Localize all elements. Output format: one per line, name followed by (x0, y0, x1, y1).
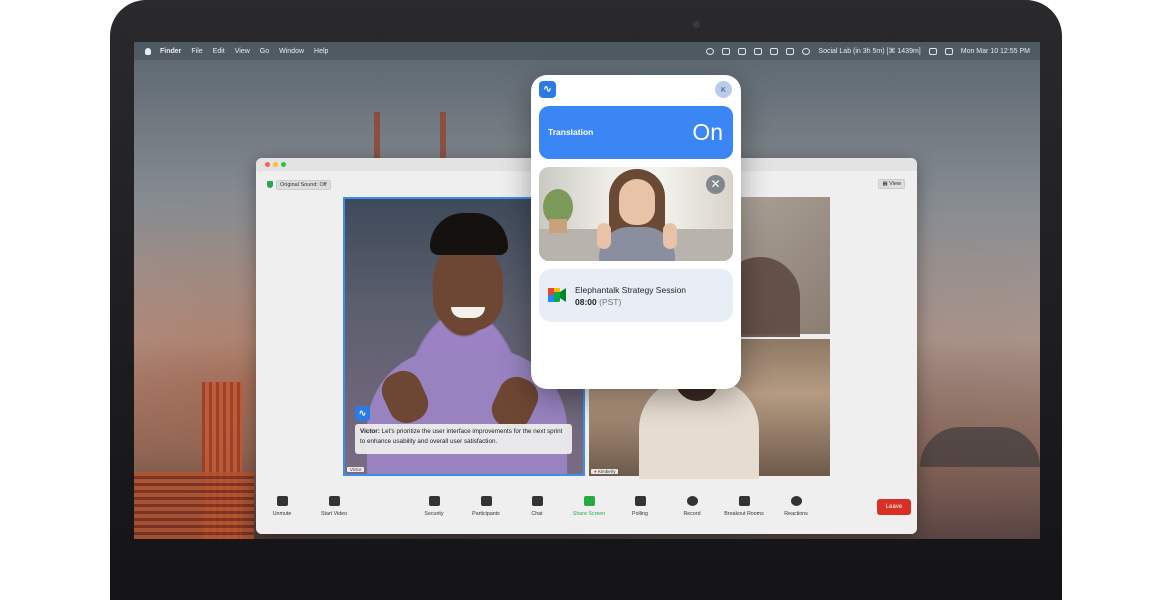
record-button[interactable]: Record (662, 496, 722, 517)
menu-datetime[interactable]: Mon Mar 10 12:55 PM (961, 48, 1030, 55)
breakout-rooms-label: Breakout Rooms (724, 511, 764, 517)
caption-speaker: Victor: (360, 428, 380, 435)
spotlight-search-icon[interactable] (802, 47, 811, 55)
translation-label: Translation (548, 127, 594, 137)
microphone-muted-icon (276, 496, 288, 506)
shield-icon (267, 181, 273, 188)
bar-chart-icon (634, 496, 646, 506)
plant-pot (549, 219, 567, 233)
people-icon (480, 496, 492, 506)
reactions-button[interactable]: Reactions (766, 496, 826, 517)
menu-go[interactable]: Go (260, 48, 269, 55)
meeting-timezone: (PST) (599, 297, 622, 307)
share-screen-label: Share Screen (572, 511, 606, 517)
menu-bar: Finder File Edit View Go Window Help Soc… (134, 42, 1040, 60)
polling-label: Polling (632, 511, 648, 517)
menu-help[interactable]: Help (314, 48, 328, 55)
video-preview: ✕ (539, 167, 733, 261)
participant-name-tag: Victor (347, 467, 365, 472)
translation-toggle[interactable]: Translation On (539, 106, 733, 159)
avatar[interactable]: K (715, 81, 732, 98)
translation-widget: ∿ K Translation On ✕ Elephantalk Strateg… (531, 75, 741, 389)
display-icon[interactable] (738, 47, 747, 55)
record-icon (686, 496, 698, 506)
elephantalk-logo-icon: ∿ (539, 81, 556, 98)
chat-label: Chat (531, 511, 543, 517)
apple-icon[interactable] (145, 47, 151, 55)
battery-icon[interactable] (786, 47, 795, 55)
speaker-face (433, 245, 503, 331)
media-play-icon[interactable] (706, 47, 715, 55)
participants-label: Participants (472, 511, 500, 517)
original-sound-label[interactable]: Original Sound: Off (276, 179, 331, 190)
leave-button[interactable]: Leave (877, 499, 911, 515)
start-video-label: Start Video (320, 511, 348, 517)
meeting-title: Elephantalk Strategy Session (575, 285, 687, 295)
polling-button[interactable]: Polling (610, 496, 670, 517)
security-label: Security (424, 511, 444, 517)
meeting-toolbar: Unmute Start Video Security Participants… (256, 484, 917, 534)
siri-icon[interactable] (944, 47, 953, 55)
record-label: Record (683, 511, 701, 517)
menu-view[interactable]: View (235, 48, 250, 55)
window-controls (265, 162, 286, 167)
speaker-hair (430, 213, 508, 255)
chat-button[interactable]: Chat (507, 496, 567, 517)
menu-finder[interactable]: Finder (160, 48, 181, 55)
control-center-icon[interactable] (928, 47, 937, 55)
grid-icon (738, 496, 750, 506)
minimize-window-button[interactable] (273, 162, 278, 167)
wallpaper-hill (920, 427, 1040, 467)
smiley-icon (790, 496, 802, 506)
menu-edit[interactable]: Edit (213, 48, 225, 55)
translation-state: On (692, 119, 723, 145)
wallpaper-bridge-base (134, 472, 254, 539)
meeting-card[interactable]: Elephantalk Strategy Session 08:00 (PST) (539, 269, 733, 322)
zoom-window-button[interactable] (281, 162, 286, 167)
person-face (619, 179, 655, 225)
video-camera-off-icon (328, 496, 340, 506)
menu-file[interactable]: File (191, 48, 202, 55)
close-icon[interactable]: ✕ (706, 175, 725, 194)
notion-icon[interactable] (722, 47, 731, 55)
calendar-status-text[interactable]: Social Lab (in 3h 5m) [⌘ 1439m] (818, 47, 920, 55)
view-label: View (889, 181, 901, 187)
start-video-button[interactable]: Start Video (304, 496, 364, 517)
google-meet-icon (548, 288, 566, 302)
live-caption: Victor: Let's prioritize the user interf… (355, 424, 572, 454)
view-button[interactable]: ▦ View (878, 179, 905, 189)
breakout-rooms-button[interactable]: Breakout Rooms (714, 496, 774, 517)
original-sound-control[interactable]: Original Sound: Off (267, 179, 331, 190)
person-right-hand (663, 223, 677, 249)
meeting-time: 08:00 (575, 297, 597, 307)
shield-icon (428, 496, 440, 506)
meeting-time-row: 08:00 (PST) (575, 297, 621, 307)
caption-text: Let's prioritize the user interface impr… (360, 428, 563, 445)
chat-bubble-icon (531, 496, 543, 506)
person-left-hand (597, 223, 611, 249)
participant-name-tag: ● Kimberly (591, 469, 619, 474)
translator-logo-icon: ∿ (355, 406, 370, 421)
keyboard-input-icon[interactable] (770, 47, 779, 55)
share-screen-icon (583, 496, 595, 506)
menu-window[interactable]: Window (279, 48, 304, 55)
unmute-label: Unmute (272, 511, 292, 517)
reactions-label: Reactions (784, 511, 808, 517)
participant-name: Kimberly (597, 469, 616, 474)
app-logo-icon[interactable] (754, 47, 763, 55)
webcam-dot (693, 21, 700, 28)
close-window-button[interactable] (265, 162, 270, 167)
security-button[interactable]: Security (404, 496, 464, 517)
